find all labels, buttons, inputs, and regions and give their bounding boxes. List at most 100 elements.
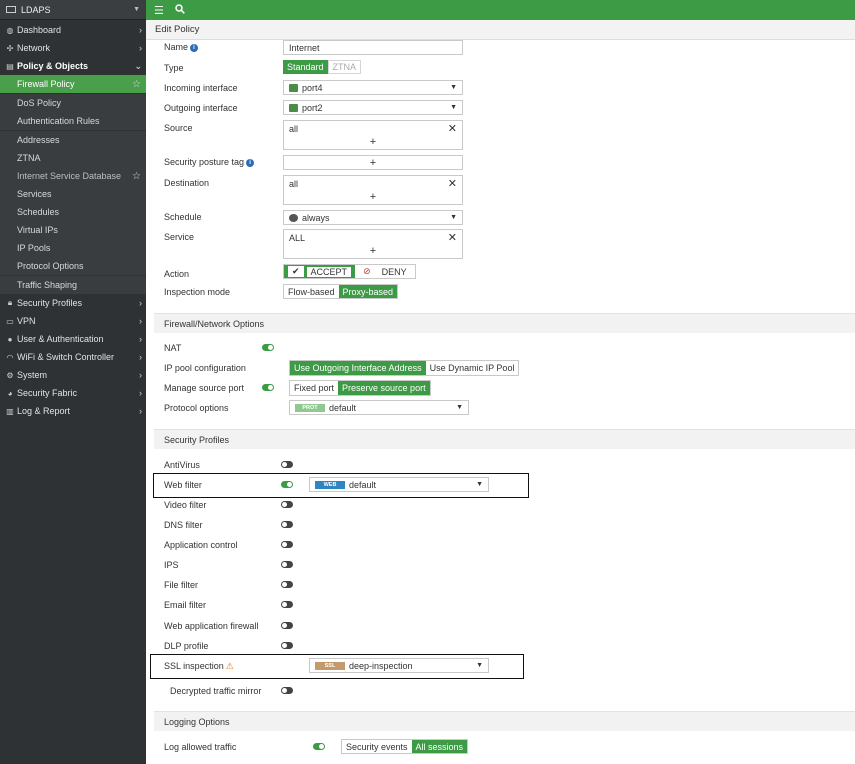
sidebar-item-label: User & Authentication xyxy=(17,334,104,344)
ips-toggle[interactable] xyxy=(281,561,293,568)
source-field[interactable]: all ✕ + xyxy=(283,120,463,150)
lock-icon: 🔒︎ xyxy=(7,298,13,307)
ssl-inspection-select[interactable]: SSL deep-inspection ▼ xyxy=(309,658,489,673)
device-selector[interactable]: LDAPS ▼ xyxy=(0,0,146,20)
chevron-right-icon: › xyxy=(139,298,142,308)
sidebar-item-addresses[interactable]: Addresses xyxy=(0,131,146,149)
ssl-inspection-value: deep-inspection xyxy=(349,660,413,671)
sidebar-item-traffic-shaping[interactable]: Traffic Shaping xyxy=(0,276,146,294)
sidebar-item-ip-pools[interactable]: IP Pools xyxy=(0,239,146,257)
web-application-firewall-toggle[interactable] xyxy=(281,622,293,629)
security-events-option[interactable]: Security events xyxy=(342,740,412,753)
use-outgoing-interface-option[interactable]: Use Outgoing Interface Address xyxy=(290,361,426,375)
add-icon[interactable]: + xyxy=(284,245,462,257)
preserve-source-port-option[interactable]: Preserve source port xyxy=(338,381,430,395)
dashboard-icon: ◍ xyxy=(6,25,14,35)
info-icon[interactable]: i xyxy=(246,158,255,167)
port-icon xyxy=(289,103,298,112)
sidebar-item-dashboard[interactable]: ◍ Dashboard › xyxy=(0,21,146,39)
inspection-mode-label: Inspection mode xyxy=(164,287,231,297)
video-filter-toggle[interactable] xyxy=(281,501,293,508)
deny-button[interactable]: ⊘ DENY xyxy=(355,265,415,278)
sidebar-item-network[interactable]: ✣ Network › xyxy=(0,39,146,57)
name-input[interactable]: Internet xyxy=(283,40,463,55)
add-icon[interactable]: + xyxy=(284,136,462,148)
user-icon: ● xyxy=(7,334,13,344)
schedule-value: always xyxy=(302,212,330,223)
outgoing-interface-select[interactable]: port2 ▼ xyxy=(283,100,463,115)
ips-label: IPS xyxy=(164,560,179,570)
close-icon[interactable]: ✕ xyxy=(448,122,457,135)
close-icon[interactable]: ✕ xyxy=(448,177,457,190)
sidebar-item-system[interactable]: ⚙ System › xyxy=(0,366,146,384)
flow-based-option[interactable]: Flow-based xyxy=(284,285,339,298)
sidebar-item-internet-service-database[interactable]: Internet Service Database ☆ xyxy=(0,167,146,185)
security-posture-tag-field[interactable]: + xyxy=(283,155,463,170)
antivirus-toggle[interactable] xyxy=(281,461,293,468)
sidebar-item-ztna[interactable]: ZTNA xyxy=(0,149,146,167)
application-control-toggle[interactable] xyxy=(281,541,293,548)
sidebar-item-services[interactable]: Services xyxy=(0,185,146,203)
log-mode-toggle: Security events All sessions xyxy=(341,739,469,754)
sidebar-item-dos-policy[interactable]: DoS Policy xyxy=(0,94,146,112)
info-icon[interactable]: i xyxy=(190,43,199,52)
log-allowed-traffic-toggle[interactable] xyxy=(313,743,325,750)
sidebar-item-log-report[interactable]: ▥ Log & Report › xyxy=(0,402,146,420)
sidebar-item-protocol-options[interactable]: Protocol Options xyxy=(0,257,146,275)
accept-button[interactable]: ✔ ACCEPT xyxy=(284,265,356,278)
sidebar-item-label: Log & Report xyxy=(17,406,71,416)
fixed-port-option[interactable]: Fixed port xyxy=(290,381,339,395)
service-value: ALL xyxy=(289,233,306,243)
sidebar-item-security-profiles[interactable]: 🔒︎ Security Profiles › xyxy=(0,294,146,312)
star-icon[interactable]: ☆ xyxy=(132,171,141,182)
decrypted-traffic-mirror-toggle[interactable] xyxy=(281,687,293,694)
sidebar-item-label: DoS Policy xyxy=(17,98,62,108)
sidebar-item-schedules[interactable]: Schedules xyxy=(0,203,146,221)
destination-field[interactable]: all ✕ + xyxy=(283,175,463,205)
file-filter-toggle[interactable] xyxy=(281,581,293,588)
close-icon[interactable]: ✕ xyxy=(448,231,457,244)
sidebar-item-policy-objects[interactable]: ▤ Policy & Objects ⌄ xyxy=(0,57,146,75)
use-dynamic-ip-pool-option[interactable]: Use Dynamic IP Pool xyxy=(425,361,519,375)
menu-icon[interactable]: ☰ xyxy=(154,4,164,17)
dlp-profile-toggle[interactable] xyxy=(281,642,293,649)
sidebar-item-user-authentication[interactable]: ● User & Authentication › xyxy=(0,330,146,348)
manage-source-port-toggle[interactable] xyxy=(262,384,274,391)
type-ztna-option[interactable]: ZTNA xyxy=(327,60,362,74)
chevron-right-icon: › xyxy=(139,406,142,416)
search-icon[interactable] xyxy=(175,3,185,17)
type-standard-option[interactable]: Standard xyxy=(283,60,328,74)
incoming-interface-value: port4 xyxy=(302,82,323,93)
sidebar-item-security-fabric[interactable]: ◕ Security Fabric › xyxy=(0,384,146,402)
sidebar-item-label: IP Pools xyxy=(17,243,51,253)
add-icon[interactable]: + xyxy=(370,157,376,169)
sidebar-item-label: Security Profiles xyxy=(17,298,83,308)
sidebar-item-virtual-ips[interactable]: Virtual IPs xyxy=(0,221,146,239)
web-filter-select[interactable]: WEB default ▼ xyxy=(309,477,489,492)
sidebar-item-wifi-switch[interactable]: ◠ WiFi & Switch Controller › xyxy=(0,348,146,366)
add-icon[interactable]: + xyxy=(284,191,462,203)
sidebar-item-label: Addresses xyxy=(17,135,60,145)
gear-icon: ⚙ xyxy=(6,370,14,380)
dns-filter-toggle[interactable] xyxy=(281,521,293,528)
nat-toggle[interactable] xyxy=(262,344,274,351)
incoming-interface-select[interactable]: port4 ▼ xyxy=(283,80,463,95)
email-filter-toggle[interactable] xyxy=(281,601,293,608)
monitor-icon: ▭ xyxy=(6,316,14,326)
web-filter-toggle[interactable] xyxy=(281,481,293,488)
antivirus-label: AntiVirus xyxy=(164,460,200,470)
sidebar-item-vpn[interactable]: ▭ VPN › xyxy=(0,312,146,330)
service-field[interactable]: ALL ✕ + xyxy=(283,229,463,259)
dropdown-arrow-icon: ▼ xyxy=(456,404,463,411)
sidebar-item-firewall-policy[interactable]: Firewall Policy ☆ xyxy=(0,75,146,93)
proxy-based-option[interactable]: Proxy-based xyxy=(338,285,398,298)
dns-filter-label: DNS filter xyxy=(164,520,203,530)
star-icon[interactable]: ☆ xyxy=(132,79,141,90)
sidebar-item-authentication-rules[interactable]: Authentication Rules xyxy=(0,112,146,130)
all-sessions-option[interactable]: All sessions xyxy=(411,740,468,753)
outgoing-interface-label: Outgoing interface xyxy=(164,103,238,113)
schedule-select[interactable]: always ▼ xyxy=(283,210,463,225)
file-filter-label: File filter xyxy=(164,580,199,590)
protocol-options-value: default xyxy=(329,402,357,413)
protocol-options-select[interactable]: PROT default ▼ xyxy=(289,400,469,415)
